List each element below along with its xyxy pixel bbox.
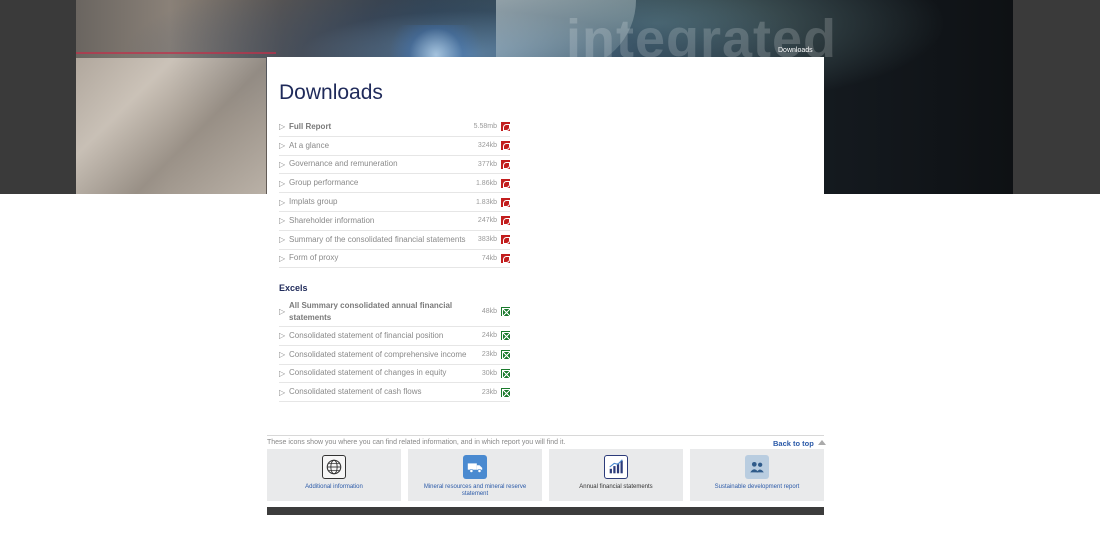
play-arrow-icon: ▷: [279, 368, 286, 378]
pdf-icon[interactable]: [501, 253, 510, 263]
pdf-download-list: ▷ Full Report 5.58mb ▷ At a glance 324kb…: [279, 118, 510, 269]
legend-text: These icons show you where you can find …: [267, 439, 566, 446]
excel-download-list: ▷ All Summary consolidated annual financ…: [279, 297, 511, 403]
download-item-full-report[interactable]: ▷ Full Report 5.58mb: [279, 118, 510, 137]
play-arrow-icon: ▷: [279, 350, 286, 360]
tile-mineral-resources[interactable]: Mineral resources and mineral reserve st…: [408, 449, 542, 501]
tile-sustainable-development[interactable]: Sustainable development report: [690, 449, 824, 501]
pdf-icon[interactable]: [501, 141, 510, 151]
pdf-icon[interactable]: [501, 159, 510, 169]
play-arrow-icon: ▷: [279, 253, 286, 263]
play-arrow-icon: ▷: [279, 307, 286, 316]
file-size: 48kb: [481, 308, 497, 315]
play-arrow-icon: ▷: [279, 216, 286, 226]
download-item[interactable]: ▷ Form of proxy 74kb: [279, 250, 510, 269]
pdf-icon[interactable]: [501, 235, 510, 245]
people-icon[interactable]: [745, 455, 769, 479]
file-size: 377kb: [477, 160, 497, 168]
page-title: Downloads: [279, 81, 383, 104]
pdf-icon[interactable]: [501, 197, 510, 207]
download-item[interactable]: ▷ Consolidated statement of financial po…: [279, 327, 511, 346]
download-label[interactable]: Shareholder information: [289, 215, 478, 227]
tile-label[interactable]: Mineral resources and mineral reserve st…: [412, 484, 538, 498]
right-dark-margin: [1013, 0, 1100, 194]
file-size: 383kb: [477, 236, 497, 244]
tile-annual-financial-statements[interactable]: Annual financial statements: [549, 449, 683, 501]
download-label[interactable]: All Summary consolidated annual financia…: [289, 300, 482, 324]
download-item[interactable]: ▷ Shareholder information 247kb: [279, 212, 510, 231]
file-size: 5.58mb: [473, 123, 497, 131]
download-item[interactable]: ▷ Consolidated statement of changes in e…: [279, 365, 511, 384]
download-label[interactable]: Consolidated statement of cash flows: [289, 386, 482, 398]
download-label[interactable]: Consolidated statement of financial posi…: [289, 330, 482, 342]
related-report-tiles: Additional information Mineral resources…: [267, 449, 824, 501]
pdf-icon[interactable]: [501, 178, 510, 188]
excel-icon[interactable]: [501, 331, 511, 342]
globe-icon[interactable]: [322, 455, 346, 479]
breadcrumb[interactable]: Downloads: [778, 47, 813, 54]
left-dark-margin: [0, 0, 76, 194]
play-arrow-icon: ▷: [279, 141, 286, 151]
pdf-icon[interactable]: [501, 122, 510, 132]
file-size: 23kb: [481, 351, 497, 359]
download-item-all-summary[interactable]: ▷ All Summary consolidated annual financ…: [279, 297, 511, 327]
download-item[interactable]: ▷ Governance and remuneration 377kb: [279, 156, 510, 175]
tile-additional-information[interactable]: Additional information: [267, 449, 401, 501]
download-label[interactable]: At a glance: [289, 140, 478, 152]
download-label[interactable]: Consolidated statement of changes in equ…: [289, 367, 482, 379]
legend-divider: [267, 435, 824, 436]
play-arrow-icon: ▷: [279, 122, 286, 132]
file-size: 24kb: [481, 332, 497, 340]
file-size: 247kb: [477, 217, 497, 225]
file-size: 1.86kb: [475, 179, 497, 187]
truck-icon[interactable]: [463, 455, 487, 479]
file-size: 23kb: [481, 388, 497, 396]
download-label[interactable]: Implats group: [289, 196, 476, 208]
content-panel: Downloads ▷ Full Report 5.58mb ▷ At a gl…: [267, 57, 824, 437]
play-arrow-icon: ▷: [279, 197, 286, 207]
play-arrow-icon: ▷: [279, 178, 286, 188]
tile-label[interactable]: Sustainable development report: [694, 484, 820, 491]
tile-label[interactable]: Annual financial statements: [553, 484, 679, 491]
download-label[interactable]: Governance and remuneration: [289, 158, 478, 170]
download-item[interactable]: ▷ Group performance 1.86kb: [279, 174, 510, 194]
download-label[interactable]: Group performance: [289, 177, 476, 189]
download-label[interactable]: Summary of the consolidated financial st…: [289, 234, 478, 246]
download-label[interactable]: Form of proxy: [289, 252, 482, 264]
download-item[interactable]: ▷ Consolidated statement of cash flows 2…: [279, 383, 511, 403]
play-arrow-icon: ▷: [279, 235, 286, 245]
tile-label[interactable]: Additional information: [271, 484, 397, 491]
chevron-up-icon[interactable]: [817, 440, 826, 445]
file-size: 1.83kb: [475, 198, 497, 206]
file-size: 324kb: [477, 142, 497, 150]
download-item[interactable]: ▷ Summary of the consolidated financial …: [279, 231, 510, 250]
footer-bar: [267, 507, 824, 515]
back-to-top-link[interactable]: Back to top: [773, 439, 826, 448]
pdf-icon[interactable]: [501, 216, 510, 226]
excel-icon[interactable]: [501, 387, 511, 398]
excels-heading: Excels: [279, 283, 308, 293]
excel-icon[interactable]: [501, 368, 511, 379]
chart-icon[interactable]: [604, 455, 628, 479]
download-label[interactable]: Consolidated statement of comprehensive …: [289, 349, 482, 361]
download-item[interactable]: ▷ At a glance 324kb: [279, 137, 510, 156]
file-size: 74kb: [481, 254, 497, 262]
hero-accent-line: [76, 52, 276, 54]
play-arrow-icon: ▷: [279, 387, 286, 397]
play-arrow-icon: ▷: [279, 331, 286, 341]
hero-rock-wall: [76, 58, 266, 194]
play-arrow-icon: ▷: [279, 159, 286, 169]
excel-icon[interactable]: [501, 350, 511, 361]
file-size: 30kb: [481, 369, 497, 377]
excel-icon[interactable]: [501, 307, 511, 317]
download-item[interactable]: ▷ Implats group 1.83kb: [279, 193, 510, 212]
back-to-top-label[interactable]: Back to top: [773, 439, 814, 448]
download-label[interactable]: Full Report: [289, 121, 474, 133]
download-item[interactable]: ▷ Consolidated statement of comprehensiv…: [279, 346, 511, 365]
